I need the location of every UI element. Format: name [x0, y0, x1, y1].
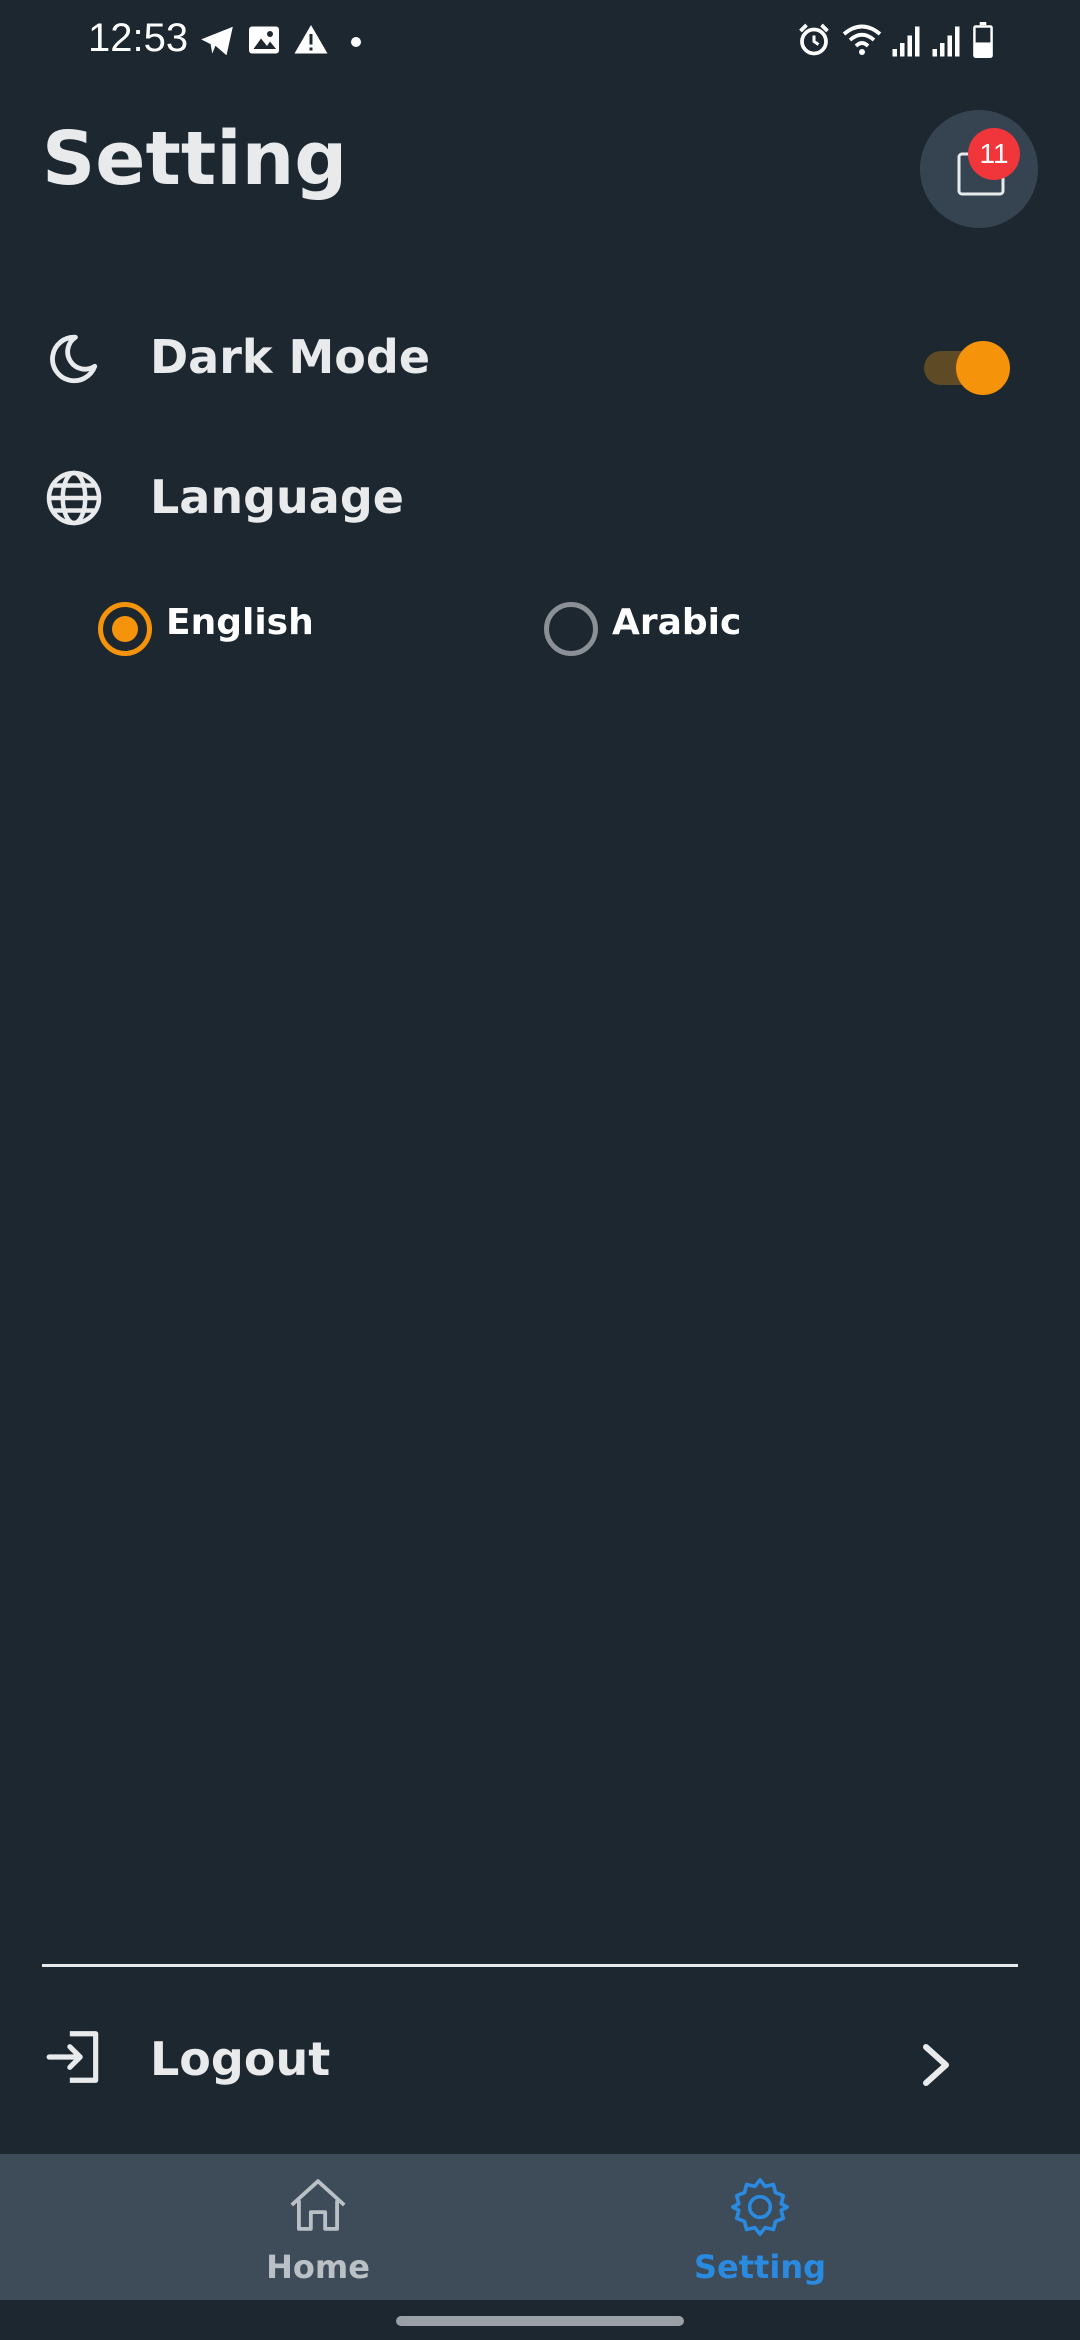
gesture-bar — [0, 2300, 1080, 2340]
english-label: English — [166, 602, 314, 643]
bottom-nav: Home Setting — [0, 2154, 1080, 2300]
logout-label: Logout — [150, 2032, 331, 2086]
status-time: 12:53 — [88, 16, 189, 60]
nav-home-label: Home — [266, 2248, 370, 2286]
signal-icon — [930, 22, 962, 58]
warning-icon — [292, 22, 330, 58]
logout-icon — [44, 2026, 106, 2092]
wifi-icon — [840, 22, 884, 58]
nav-setting[interactable]: Setting — [610, 2154, 910, 2300]
divider — [42, 1964, 1018, 1967]
toggle-knob — [956, 341, 1010, 395]
chevron-right-icon — [920, 2040, 952, 2094]
dark-mode-row: Dark Mode — [0, 318, 1080, 398]
notification-badge: 11 — [968, 128, 1020, 180]
arabic-label: Arabic — [612, 602, 742, 643]
moon-icon — [44, 330, 102, 392]
nav-setting-label: Setting — [694, 2248, 826, 2286]
globe-icon — [44, 468, 104, 532]
language-label: Language — [150, 470, 404, 524]
radio-button-english[interactable] — [98, 602, 152, 656]
dark-mode-toggle[interactable] — [924, 338, 1010, 395]
status-bar: 12:53 — [0, 0, 1080, 84]
gallery-icon — [246, 22, 282, 58]
cart-button[interactable]: 11 — [920, 110, 1038, 228]
dark-mode-label: Dark Mode — [150, 330, 431, 384]
home-indicator[interactable] — [396, 2316, 684, 2326]
telegram-icon — [198, 22, 236, 60]
logout-row[interactable]: Logout — [0, 2016, 1080, 2116]
gear-icon — [610, 2176, 910, 2242]
page-title: Setting — [42, 116, 348, 202]
signal-icon — [890, 22, 922, 58]
radio-button-arabic[interactable] — [544, 602, 598, 656]
settings-screen: 12:53 Setting 11 Dark Mode Language Engl… — [0, 0, 1080, 2340]
nav-home[interactable]: Home — [168, 2154, 468, 2300]
alarm-icon — [796, 22, 832, 58]
battery-icon — [972, 22, 994, 58]
home-icon — [168, 2176, 468, 2238]
radio-dot — [112, 616, 138, 642]
language-row: Language — [0, 464, 1080, 544]
dot-icon — [350, 36, 362, 48]
